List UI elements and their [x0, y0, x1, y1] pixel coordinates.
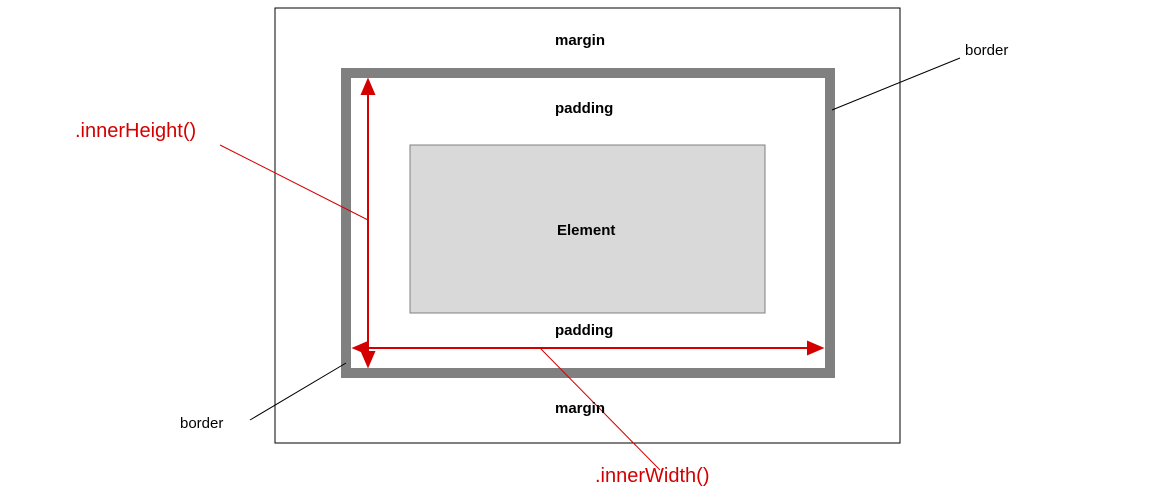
margin-label-top: margin	[555, 32, 605, 49]
border-label-left: border	[180, 415, 223, 432]
padding-label-bottom: padding	[555, 322, 613, 339]
border-leader-left	[250, 363, 346, 420]
margin-label-bottom: margin	[555, 400, 605, 417]
element-label: Element	[557, 222, 615, 239]
box-model-diagram	[0, 0, 1157, 501]
inner-height-label: .innerHeight()	[75, 120, 196, 143]
border-leader-right	[832, 58, 960, 110]
padding-label-top: padding	[555, 100, 613, 117]
border-label-right: border	[965, 42, 1008, 59]
inner-width-label: .innerWidth()	[595, 465, 709, 488]
